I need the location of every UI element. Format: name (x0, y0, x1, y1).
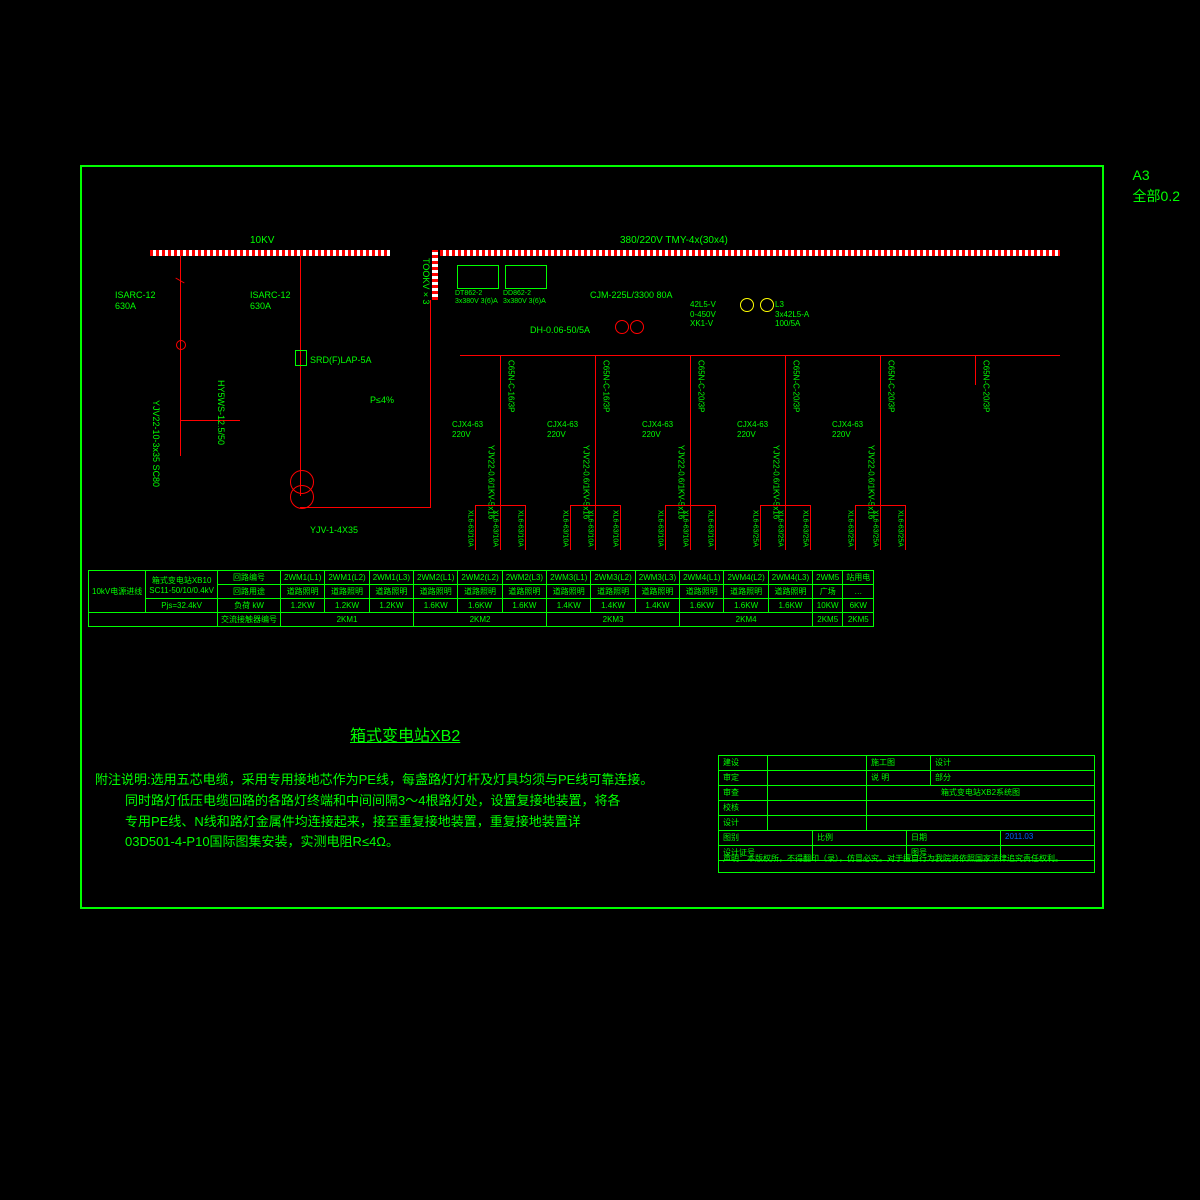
voltmeter-icon (740, 298, 754, 312)
dh: DH-0.06-50/5A (530, 325, 590, 336)
isarc2: ISARC-12630A (250, 290, 291, 312)
line-lv-up (430, 300, 431, 508)
protect: P≤4% (370, 395, 394, 406)
meter-box-2 (505, 265, 547, 289)
busbar-10kv (150, 250, 390, 256)
ammeter-icon (760, 298, 774, 312)
volt: 42L5-V0-450VXK1-V (690, 300, 716, 329)
note-3: 专用PE线、N线和路灯金属件均连接起来，接至重复接地装置，重复接地装置详 (95, 812, 795, 833)
xfmr-icon-2 (290, 485, 314, 509)
line-xfmr-out (300, 507, 430, 508)
m1: DT862-23x380V 3(6)A (455, 290, 498, 307)
line-incoming2 (300, 256, 301, 496)
notes-block: 附注说明:选用五芯电缆，采用专用接地芯作为PE线，每盏路灯灯杆及灯具均须与PE线… (95, 770, 795, 853)
page-label: A3 (1133, 165, 1180, 186)
ct-icon-1 (615, 320, 629, 334)
meter-box-1 (457, 265, 499, 289)
bus-left-label: 10KV (250, 235, 274, 247)
meter-icon (176, 340, 186, 350)
amp: L33x42L5-A100/5A (775, 300, 809, 329)
page-scale: 全部0.2 (1133, 186, 1180, 207)
arrester: HY5WS-12.5/50 (215, 380, 226, 445)
cad-canvas: A3 全部0.2 10KV 380/220V TMY-4x(30x4) TOOK… (0, 0, 1200, 1200)
cable1: YJV22-10-3x35 SC80 (150, 400, 161, 487)
cjm: CJM-225L/3300 80A (590, 290, 673, 301)
bus-vert-label: TOOKV×3 (420, 258, 431, 304)
lap-box (295, 350, 307, 366)
sec-bus (460, 355, 1060, 356)
title-block: 建设施工图设计审定说 明部分审查箱式变电站XB2系统图校核设计图别比例日期201… (718, 755, 1095, 873)
m2: DD862-23x380V 3(6)A (503, 290, 546, 307)
isarc1: ISARC-12630A (115, 290, 156, 312)
note-2: 同时路灯低压电缆回路的各路灯终端和中间间隔3～4根路灯处，设置复接地装置，将各 (95, 791, 795, 812)
bus-right-label: 380/220V TMY-4x(30x4) (620, 235, 728, 247)
busbar-vert (432, 250, 438, 300)
line-arrester (180, 420, 240, 421)
line-incoming1 (180, 256, 181, 456)
ct-icon-2 (630, 320, 644, 334)
note-4: 03D501-4-P10国际图集安装，实测电阻R≤4Ω。 (95, 832, 795, 853)
circuit-table: 10kV电源进线箱式变电站XB10SC11-50/10/0.4kV回路编号2WM… (88, 570, 874, 627)
drawing-title: 箱式变电站XB2 (350, 722, 460, 746)
lap: SRD(F)LAP-5A (310, 355, 372, 366)
note-1: 附注说明:选用五芯电缆，采用专用接地芯作为PE线，每盏路灯灯杆及灯具均须与PE线… (95, 770, 795, 791)
cable2: YJV-1-4X35 (310, 525, 358, 536)
page-info: A3 全部0.2 (1133, 165, 1180, 207)
busbar-380v (440, 250, 1060, 256)
